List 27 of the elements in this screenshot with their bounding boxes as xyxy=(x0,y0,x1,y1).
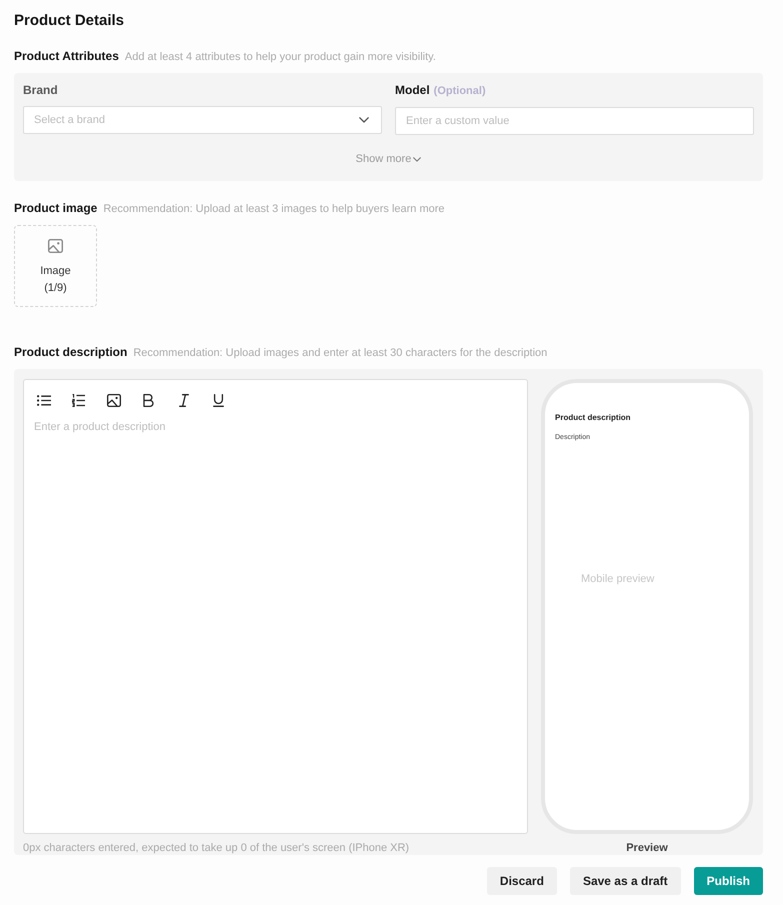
model-input[interactable]: Enter a custom value xyxy=(395,107,754,135)
field-label: Model xyxy=(395,83,430,97)
bulleted-list-icon[interactable] xyxy=(36,394,50,406)
section-title: Product image xyxy=(14,201,98,215)
image-icon[interactable] xyxy=(106,394,120,406)
optional-note: (Optional) xyxy=(434,84,486,98)
section-hint: Add at least 4 attributes to help your product gain more visibility. xyxy=(124,50,436,64)
preview-heading: Product description xyxy=(555,413,631,423)
section-hint: Recommendation: Upload images and enter at least 30 characters for the description xyxy=(133,346,548,360)
italic-icon[interactable] xyxy=(178,394,188,406)
save-draft-button[interactable]: Save as a draft xyxy=(570,867,681,895)
discard-button[interactable]: Discard xyxy=(486,867,557,895)
chevron-down-icon xyxy=(359,117,369,123)
image-icon xyxy=(48,239,63,253)
underline-icon[interactable] xyxy=(213,394,224,406)
section-title: Product Attributes xyxy=(14,49,119,63)
section-title: Product description xyxy=(14,345,128,359)
chevron-down-icon xyxy=(413,156,422,162)
numbered-list-icon[interactable] xyxy=(72,394,85,406)
page-title: Product Details xyxy=(14,12,126,30)
section-hint: Recommendation: Upload at least 3 images to help buyers learn more xyxy=(103,202,445,216)
character-count-text: 0px characters entered, expected to take up 0 of the user's screen (IPhone XR) xyxy=(23,842,410,855)
image-upload-button[interactable]: Image (1/9) xyxy=(14,225,97,307)
preview-caption: Mobile preview xyxy=(581,572,654,586)
bold-icon[interactable] xyxy=(143,394,154,406)
field-label: Brand xyxy=(23,83,58,97)
preview-label: Preview xyxy=(626,842,668,855)
